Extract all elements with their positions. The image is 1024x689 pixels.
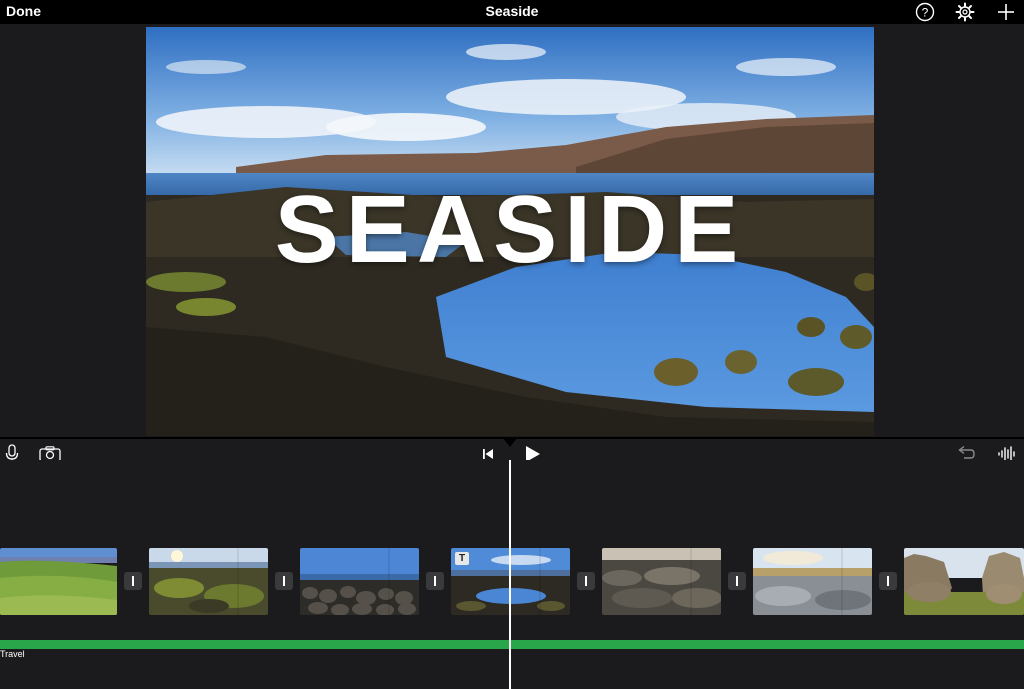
title-badge-icon: T [455, 552, 469, 565]
help-icon[interactable]: ? [914, 1, 936, 23]
done-button[interactable]: Done [6, 3, 41, 19]
video-preview[interactable]: SEASIDE [146, 27, 874, 436]
clip-7-rock-formations[interactable] [904, 548, 1024, 615]
transition-6[interactable] [879, 572, 897, 590]
transition-1[interactable] [124, 572, 142, 590]
top-bar: Done Seaside ? [0, 0, 1024, 24]
project-title: Seaside [485, 3, 539, 19]
playhead[interactable] [509, 460, 511, 689]
clip-1-green-hills[interactable] [0, 548, 117, 615]
settings-gear-icon[interactable] [954, 1, 976, 23]
playhead-notch [503, 438, 517, 447]
clip-6-sunset-shore[interactable] [753, 548, 872, 615]
clip-2-coastal-rocks[interactable] [149, 548, 268, 615]
title-overlay-text: SEASIDE [274, 176, 746, 283]
music-track-bar[interactable] [0, 640, 1024, 649]
transition-3[interactable] [426, 572, 444, 590]
transition-4[interactable] [577, 572, 595, 590]
viewer-area: SEASIDE [0, 24, 1024, 437]
clip-5-wet-rocks[interactable] [602, 548, 721, 615]
transition-5[interactable] [728, 572, 746, 590]
clip-3-rocky-shore[interactable] [300, 548, 419, 615]
music-track-label: Travel [0, 649, 25, 659]
add-plus-icon[interactable] [995, 1, 1017, 23]
imovie-app: Done Seaside ? SEASIDE T Travel [0, 0, 1024, 689]
svg-text:?: ? [922, 6, 929, 20]
timeline[interactable]: T Travel [0, 460, 1024, 689]
transition-2[interactable] [275, 572, 293, 590]
